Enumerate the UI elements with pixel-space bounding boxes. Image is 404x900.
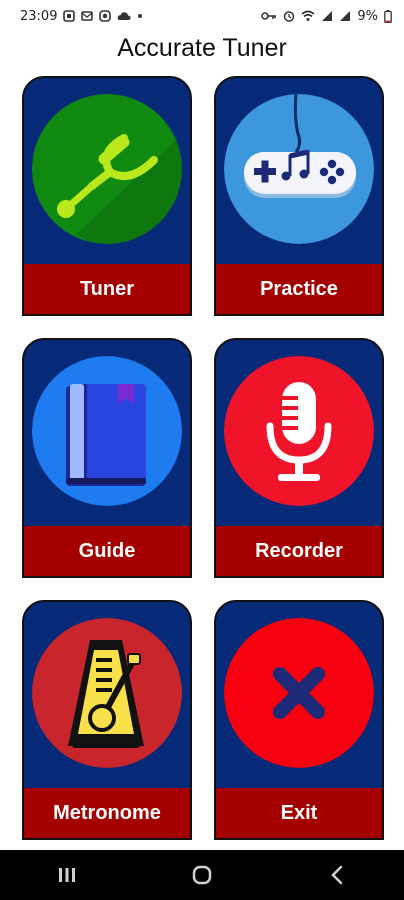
recorder-tile[interactable]: Recorder (214, 338, 384, 578)
practice-icon-circle (224, 94, 374, 244)
back-button[interactable] (307, 855, 367, 895)
recent-apps-icon (59, 868, 76, 882)
metronome-label: Metronome (24, 788, 190, 838)
gamepad-music-icon (224, 94, 374, 244)
back-icon (330, 865, 342, 885)
guide-label: Guide (24, 526, 190, 576)
system-navigation-bar (0, 850, 404, 900)
metronome-icon (32, 618, 182, 768)
recent-apps-button[interactable] (37, 855, 97, 895)
recorder-icon-circle (224, 356, 374, 506)
exit-tile[interactable]: Exit (214, 600, 384, 840)
close-icon (224, 618, 374, 768)
metronome-icon-circle (32, 618, 182, 768)
tuner-tile[interactable]: Tuner (22, 76, 192, 316)
recorder-label: Recorder (216, 526, 382, 576)
guide-icon-circle (32, 356, 182, 506)
tuner-icon-circle (32, 94, 182, 244)
exit-label: Exit (216, 788, 382, 838)
practice-label: Practice (216, 264, 382, 314)
book-icon (32, 356, 182, 506)
home-button[interactable] (172, 855, 232, 895)
practice-tile[interactable]: Practice (214, 76, 384, 316)
tuner-label: Tuner (24, 264, 190, 314)
tuning-fork-icon (32, 94, 182, 244)
menu-grid: Tuner Practice Guide Recorder Metronome … (0, 0, 404, 900)
exit-icon-circle (224, 618, 374, 768)
home-icon (192, 865, 212, 885)
guide-tile[interactable]: Guide (22, 338, 192, 578)
metronome-tile[interactable]: Metronome (22, 600, 192, 840)
microphone-icon (224, 356, 374, 506)
